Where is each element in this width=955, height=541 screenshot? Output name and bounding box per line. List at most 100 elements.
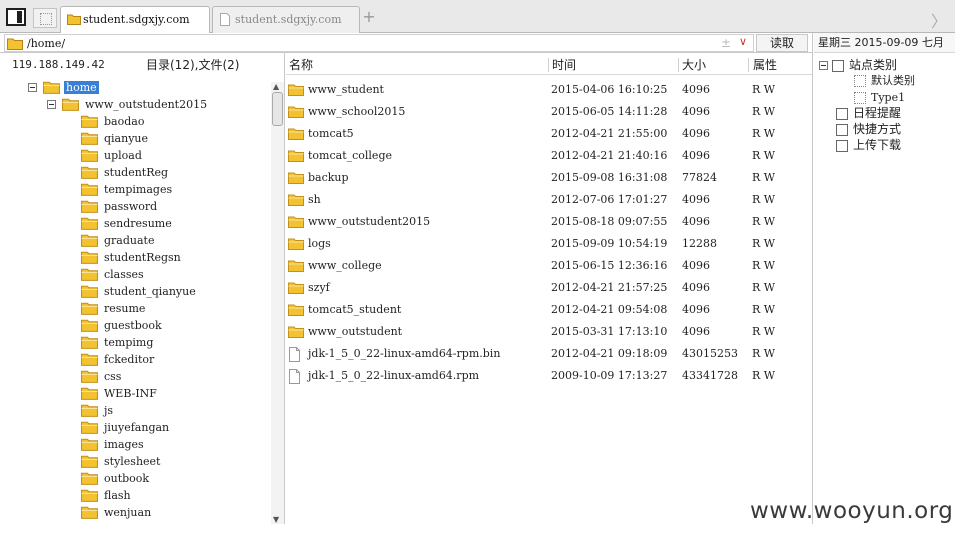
tree-item[interactable]: studentReg [81, 163, 170, 180]
folder-icon [67, 14, 81, 25]
tree-item[interactable]: studentRegsn [81, 248, 183, 265]
tree-item-label: tempimages [104, 182, 173, 196]
file-row[interactable]: www_outstudent2015 2015-08-18 09:07:55 409… [286, 211, 812, 233]
tree-item[interactable]: home [28, 78, 99, 95]
file-row[interactable]: www_college 2015-06-15 12:36:16 4096 R W [286, 255, 812, 277]
file-row[interactable]: szyf 2012-04-21 21:57:25 4096 R W [286, 277, 812, 299]
bookmark-add-icon[interactable]: ± [721, 36, 731, 50]
folder-icon [81, 149, 98, 162]
tab-scroll-right-icon[interactable]: 〉 [931, 8, 947, 32]
collapse-icon[interactable] [819, 61, 828, 70]
file-row[interactable]: jdk-1_5_0_22-linux-amd64.rpm 2009-10-09 1… [286, 365, 812, 387]
tree-item[interactable]: js [81, 401, 115, 418]
right-panel-item[interactable]: 快捷方式 [836, 121, 901, 137]
file-attributes: R W [752, 369, 776, 382]
tree-item[interactable]: flash [81, 486, 133, 503]
read-button[interactable]: 读取 [756, 34, 808, 52]
right-panel-item[interactable]: 上传下载 [836, 137, 901, 153]
folder-icon [288, 326, 304, 338]
file-name: www_outstudent2015 [308, 215, 431, 228]
right-panel-label: 快捷方式 [853, 122, 902, 136]
tab-student-inactive[interactable]: student.sdgxjy.com [212, 6, 360, 33]
tree-item[interactable]: upload [81, 146, 144, 163]
scroll-down-icon[interactable]: ▼ [273, 515, 279, 524]
column-attr[interactable]: 属性 [750, 55, 777, 75]
file-name: www_college [308, 259, 382, 272]
file-row[interactable]: www_outstudent 2015-03-31 17:13:10 4096 R W [286, 321, 812, 343]
tree-item-label: studentRegsn [104, 250, 181, 264]
tree-item[interactable]: www_outstudent2015 [47, 95, 209, 112]
file-attributes: R W [752, 281, 776, 294]
scroll-up-icon[interactable]: ▲ [273, 82, 279, 91]
tree-item-label: outbook [104, 471, 150, 485]
file-time: 2015-08-18 09:07:55 [551, 215, 668, 228]
right-panel-item[interactable]: 默认类别 [854, 73, 915, 89]
tree-item[interactable]: wenjuan [81, 503, 153, 520]
file-row[interactable]: jdk-1_5_0_22-linux-amd64-rpm.bin 2012-04-… [286, 343, 812, 365]
folder-icon [288, 150, 304, 162]
blank-tab-icon[interactable] [33, 8, 57, 28]
divider[interactable] [284, 53, 285, 524]
folder-icon [81, 319, 98, 332]
file-attributes: R W [752, 259, 776, 272]
folder-icon [81, 336, 98, 349]
file-size: 4096 [682, 325, 710, 338]
new-tab-button[interactable]: + [362, 8, 376, 26]
right-panel-item[interactable]: 站点类别 [819, 57, 897, 73]
tree-item[interactable]: tempimg [81, 333, 155, 350]
collapse-icon[interactable] [28, 82, 37, 92]
folder-icon [81, 404, 98, 417]
tree-item[interactable]: images [81, 435, 146, 452]
tree-item-label: guestbook [104, 318, 162, 332]
tab-student-active[interactable]: student.sdgxjy.com [60, 6, 210, 34]
tree-item[interactable]: resume [81, 299, 147, 316]
tree-item-label: images [104, 437, 144, 451]
file-row[interactable]: tomcat_college 2012-04-21 21:40:16 4096 R W [286, 145, 812, 167]
tree-item[interactable]: fckeditor [81, 350, 156, 367]
tree-item[interactable]: graduate [81, 231, 156, 248]
scroll-thumb[interactable] [272, 92, 283, 126]
tree-item[interactable]: outbook [81, 469, 151, 486]
file-row[interactable]: www_school2015 2015-06-05 14:11:28 4096 R W [286, 101, 812, 123]
column-time[interactable]: 时间 [549, 55, 576, 75]
file-row[interactable]: www_student 2015-04-06 16:10:25 4096 R W [286, 79, 812, 101]
file-row[interactable]: sh 2012-07-06 17:01:27 4096 R W [286, 189, 812, 211]
column-size[interactable]: 大小 [679, 55, 706, 75]
clock-icon [836, 107, 848, 120]
tree-item[interactable]: guestbook [81, 316, 164, 333]
tree-item[interactable]: student_qianyue [81, 282, 198, 299]
tree-item-label: fckeditor [104, 352, 155, 366]
server-ip: 119.188.149.42 [12, 58, 105, 71]
divider[interactable] [812, 33, 813, 524]
path-input[interactable] [27, 36, 707, 50]
folder-icon [62, 98, 79, 111]
right-panel-item[interactable]: Type1 [854, 90, 905, 106]
folder-icon [7, 38, 23, 50]
file-row[interactable]: tomcat5_student 2012-04-21 09:54:08 4096 R … [286, 299, 812, 321]
column-name[interactable]: 名称 [286, 55, 313, 75]
file-row[interactable]: logs 2015-09-09 10:54:19 12288 R W [286, 233, 812, 255]
tab-label: student.sdgxjy.com [83, 13, 190, 26]
tree-scrollbar[interactable]: ▲ ▼ [271, 82, 284, 524]
tree-item[interactable]: qianyue [81, 129, 150, 146]
file-size: 4096 [682, 303, 710, 316]
tree-item[interactable]: WEB-INF [81, 384, 159, 401]
folder-icon [288, 260, 304, 272]
tree-item[interactable]: jiuyefangan [81, 418, 171, 435]
tree-item[interactable]: stylesheet [81, 452, 162, 469]
chevron-down-icon[interactable]: ∨ [739, 35, 747, 48]
tree-item[interactable]: baodao [81, 112, 146, 129]
right-panel-item[interactable]: 日程提醒 [836, 105, 901, 121]
file-row[interactable]: tomcat5 2012-04-21 21:55:00 4096 R W [286, 123, 812, 145]
panel-toggle-icon[interactable] [6, 8, 26, 26]
tree-item[interactable]: password [81, 197, 159, 214]
file-row[interactable]: backup 2015-09-08 16:31:08 77824 R W [286, 167, 812, 189]
tree-item-label: graduate [104, 233, 155, 247]
file-name: tomcat5_student [308, 303, 402, 316]
collapse-icon[interactable] [47, 99, 56, 109]
tree-item[interactable]: tempimages [81, 180, 174, 197]
tree-item[interactable]: classes [81, 265, 146, 282]
tree-item[interactable]: css [81, 367, 123, 384]
tab-bar: student.sdgxjy.com student.sdgxjy.com + … [0, 0, 955, 34]
tree-item[interactable]: sendresume [81, 214, 174, 231]
